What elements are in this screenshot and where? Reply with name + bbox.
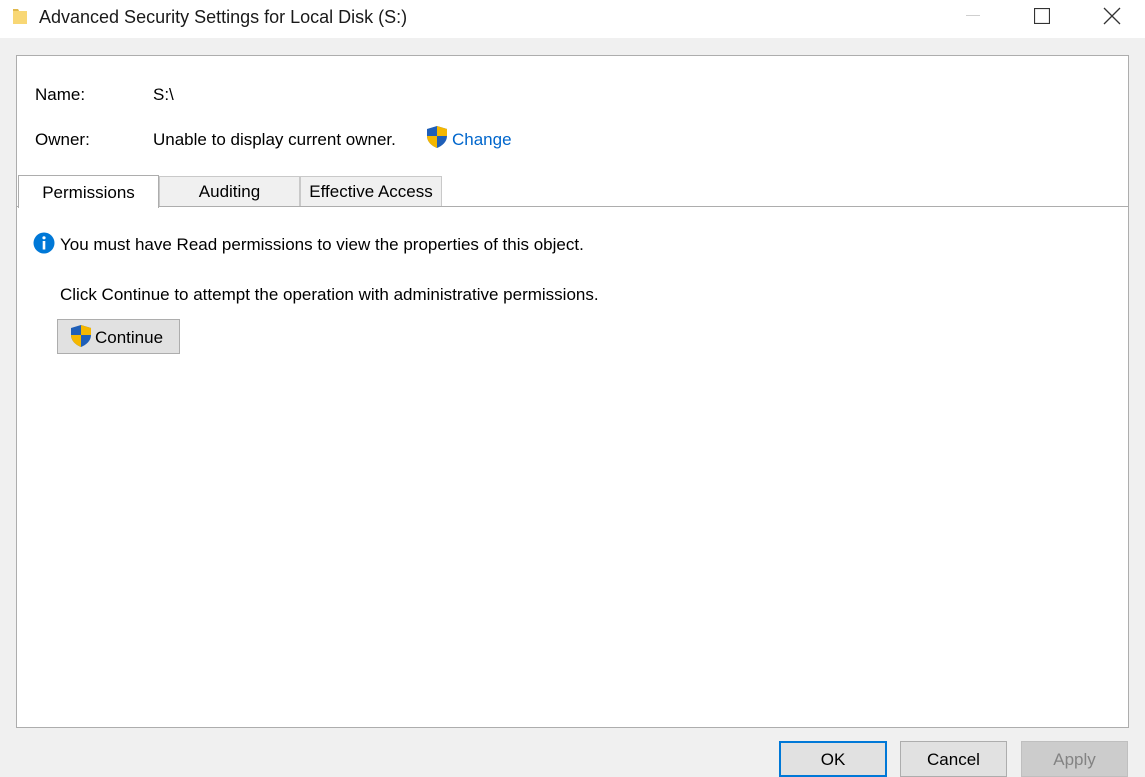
cancel-button[interactable]: Cancel [900,741,1007,777]
continue-button-label: Continue [95,328,164,347]
uac-shield-icon [71,325,91,347]
window-title: Advanced Security Settings for Local Dis… [39,7,408,27]
tab-auditing[interactable]: Auditing [159,176,300,206]
name-value: S:\ [153,85,174,104]
tab-strip-divider [17,206,1128,207]
title-bar[interactable]: Advanced Security Settings for Local Dis… [0,0,1145,38]
minimize-icon [966,15,980,16]
continue-hint: Click Continue to attempt the operation … [60,285,599,304]
maximize-icon [1034,8,1050,24]
settings-panel: Name: S:\ Owner: Unable to display curre… [16,55,1129,728]
owner-value: Unable to display current owner. [153,130,396,149]
close-button[interactable] [1076,0,1145,32]
close-icon [1103,7,1121,25]
uac-shield-icon [427,126,447,148]
name-label: Name: [35,85,86,104]
minimize-button[interactable] [938,0,1008,32]
owner-label: Owner: [35,130,90,149]
apply-button[interactable]: Apply [1021,741,1128,777]
folder-icon [13,9,27,24]
change-owner-link[interactable]: Change [452,130,512,150]
tab-permissions[interactable]: Permissions [18,175,159,208]
tab-effective-access[interactable]: Effective Access [300,176,442,206]
ok-button[interactable]: OK [779,741,887,777]
continue-button[interactable]: Continue [57,319,180,354]
maximize-button[interactable] [1006,0,1076,32]
info-message: You must have Read permissions to view t… [60,235,584,254]
info-icon [33,232,55,254]
